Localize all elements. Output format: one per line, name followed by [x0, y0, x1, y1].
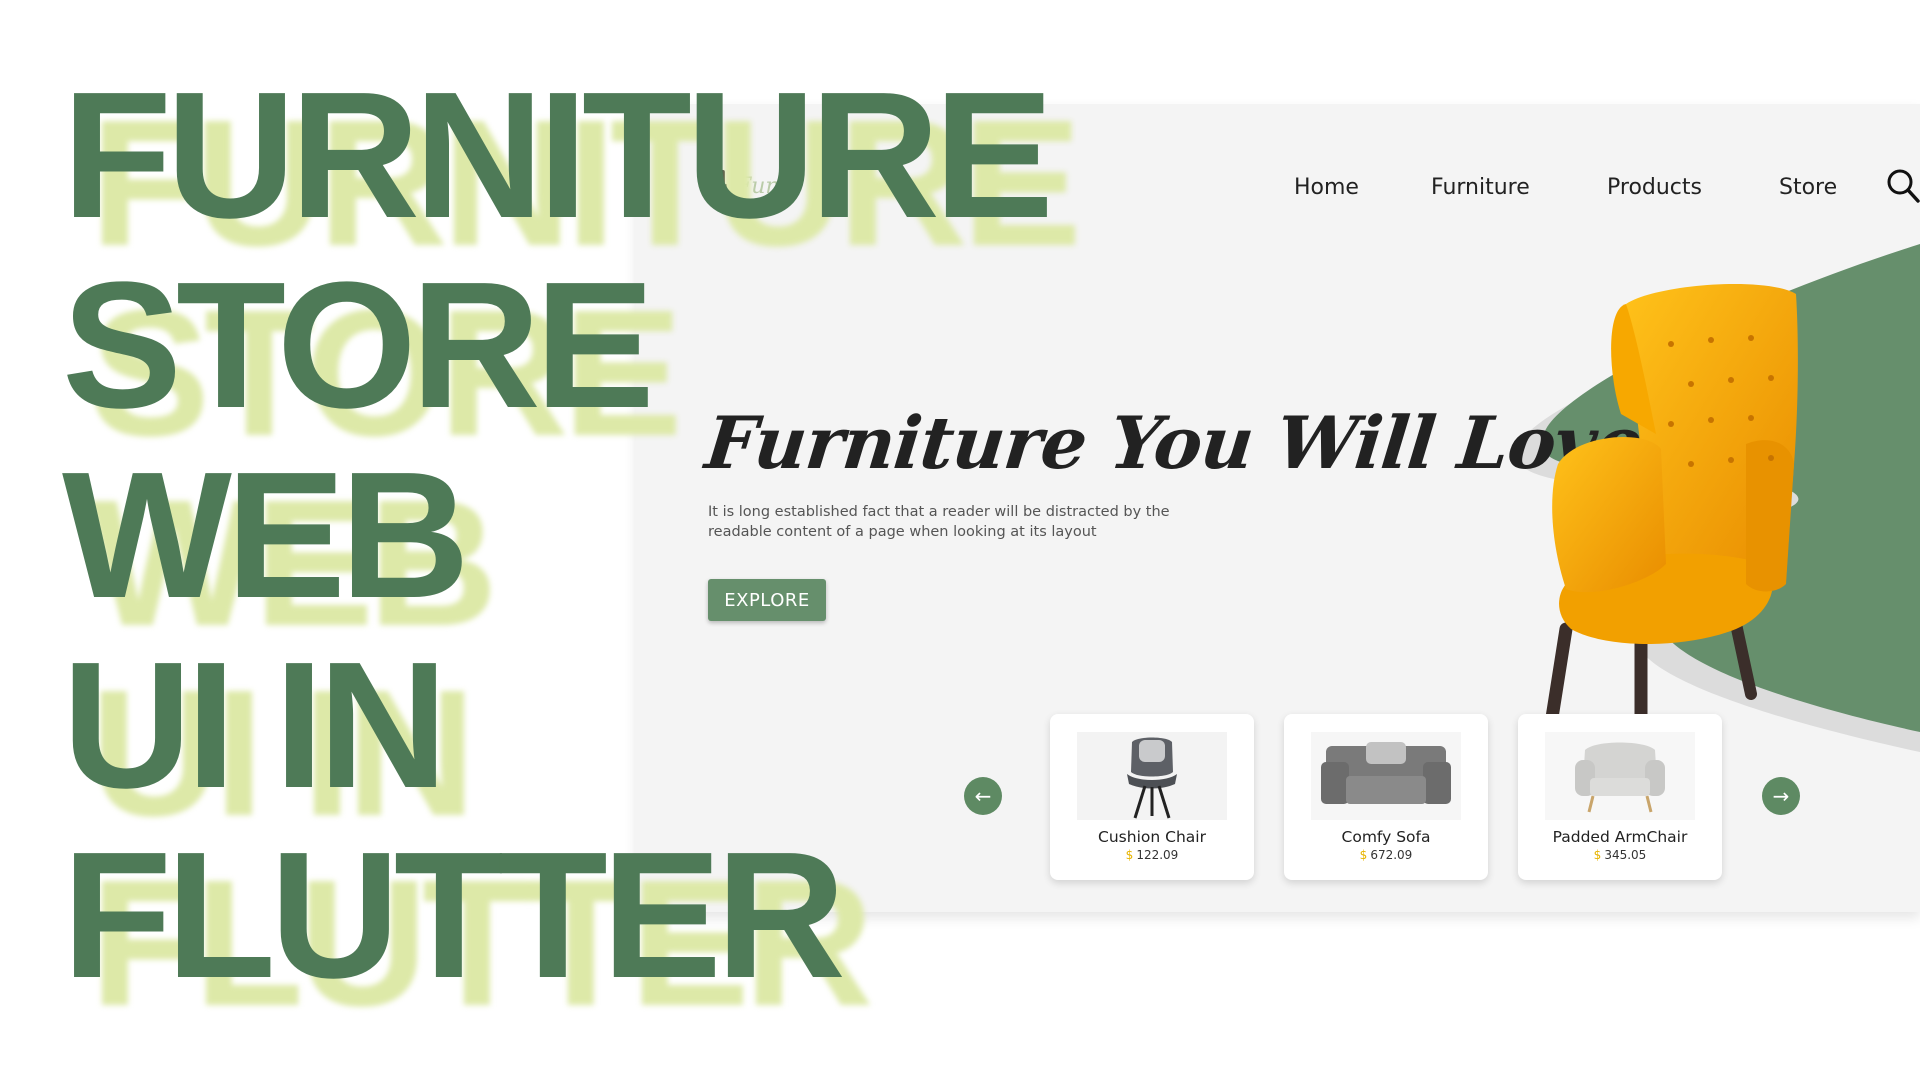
nav-item-furniture[interactable]: Furniture [1431, 168, 1530, 208]
nav-item-store[interactable]: Store [1779, 168, 1837, 208]
product-name: Padded ArmChair [1552, 828, 1688, 846]
overlay-title-line: STORE [62, 245, 655, 446]
product-name: Comfy Sofa [1341, 828, 1431, 846]
overlay-title-line: FURNITURE [62, 55, 1054, 256]
price-value: 672.09 [1370, 848, 1413, 862]
overlay-title-line: WEB [62, 435, 470, 636]
padded-armchair-image [1545, 732, 1695, 820]
featured-armchair-image [1544, 283, 1798, 741]
carousel-next-button[interactable]: → [1762, 777, 1800, 815]
overlay-title-line: UI IN [62, 625, 448, 826]
nav-item-home[interactable]: Home [1294, 168, 1359, 208]
currency-symbol: $ [1359, 848, 1368, 862]
search-icon[interactable] [1885, 166, 1920, 206]
nav-item-products[interactable]: Products [1607, 168, 1702, 208]
overlay-title-line: FLUTTER [62, 815, 846, 1016]
explore-button[interactable]: EXPLORE [708, 579, 826, 621]
product-price: $345.05 [1518, 848, 1722, 862]
comfy-sofa-image [1311, 732, 1461, 820]
hero-description: It is long established fact that a reade… [708, 504, 1170, 540]
product-card-comfy-sofa[interactable]: Comfy Sofa $672.09 [1284, 714, 1488, 880]
product-price: $672.09 [1284, 848, 1488, 862]
price-value: 345.05 [1604, 848, 1647, 862]
product-card-cushion-chair[interactable]: Cushion Chair $122.09 [1050, 714, 1254, 880]
product-name: Cushion Chair [1098, 828, 1206, 846]
product-card-padded-armchair[interactable]: Padded ArmChair $345.05 [1518, 714, 1722, 880]
arrow-left-icon: ← [974, 784, 992, 808]
currency-symbol: $ [1125, 848, 1134, 862]
price-value: 122.09 [1136, 848, 1179, 862]
currency-symbol: $ [1593, 848, 1602, 862]
arrow-right-icon: → [1772, 784, 1790, 808]
product-carousel: Cushion Chair $122.09 Comfy Sofa $672.09 [1050, 714, 1722, 880]
carousel-prev-button[interactable]: ← [964, 777, 1002, 815]
product-price: $122.09 [1050, 848, 1254, 862]
cushion-chair-image [1077, 732, 1227, 820]
